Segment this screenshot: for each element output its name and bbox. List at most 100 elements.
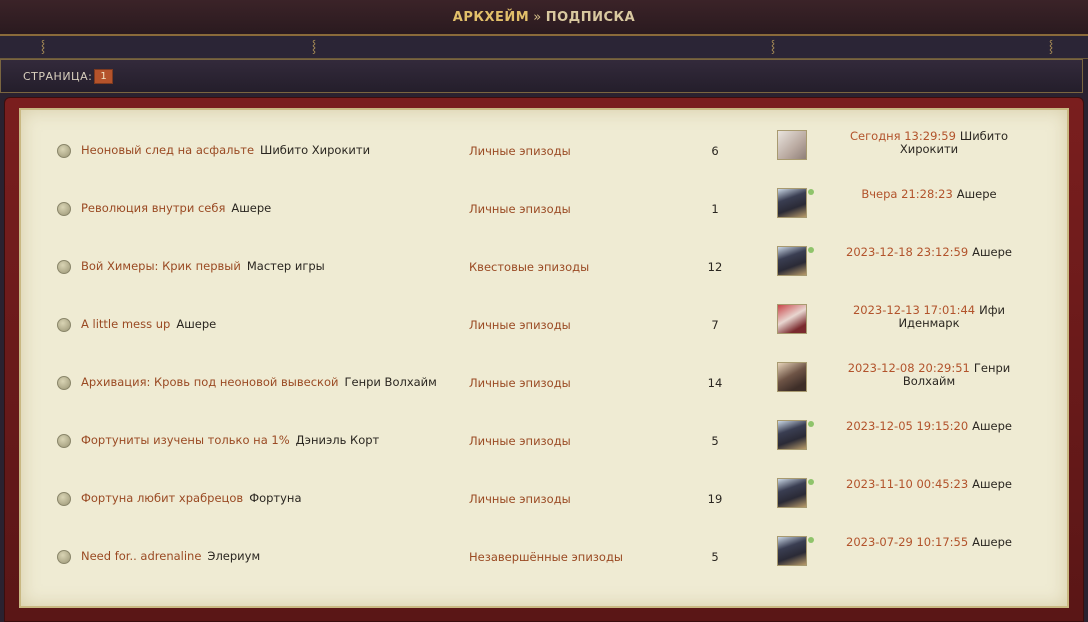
topic-forum-link[interactable]: Личные эпизоды bbox=[469, 492, 571, 506]
topic-reply-count: 5 bbox=[711, 434, 719, 448]
topic-reply-count: 19 bbox=[707, 492, 723, 506]
topic-status-icon bbox=[57, 550, 71, 564]
topic-row: Вой Химеры: Крик первый Мастер игры Квесто… bbox=[21, 244, 1067, 302]
last-post-info: 2023-12-08 20:29:51 Генри Волхайм bbox=[829, 362, 1029, 388]
breadcrumb: АРКХЕЙМ » ПОДПИСКА bbox=[0, 0, 1088, 36]
topic-author[interactable]: Фортуна bbox=[249, 491, 301, 505]
topic-status-icon bbox=[57, 376, 71, 390]
topic-status-icon bbox=[57, 492, 71, 506]
topic-link[interactable]: A little mess up bbox=[81, 317, 170, 331]
avatar[interactable] bbox=[777, 478, 807, 508]
last-post-date-link[interactable]: 2023-12-18 23:12:59 bbox=[846, 245, 968, 259]
topic-title-cell: Революция внутри себя Ашере bbox=[81, 201, 271, 215]
topic-link[interactable]: Революция внутри себя bbox=[81, 201, 225, 215]
topic-row: Архивация: Кровь под неоновой вывеской Ге… bbox=[21, 360, 1067, 418]
topic-author[interactable]: Элериум bbox=[207, 549, 260, 563]
topic-reply-count: 12 bbox=[707, 260, 723, 274]
breadcrumb-home-link[interactable]: АРКХЕЙМ bbox=[453, 10, 529, 25]
topic-author[interactable]: Ашере bbox=[176, 317, 216, 331]
page-number-current[interactable]: 1 bbox=[94, 68, 113, 84]
ornament-icon: ⸾ bbox=[1048, 39, 1054, 53]
last-post-info: 2023-12-13 17:01:44 Ифи Иденмарк bbox=[829, 304, 1029, 330]
topic-author[interactable]: Мастер игры bbox=[247, 259, 325, 273]
last-post-author[interactable]: Ашере bbox=[972, 245, 1012, 259]
topic-row: Фортуна любит храбрецов Фортуна Личные эпи… bbox=[21, 476, 1067, 534]
last-post-date-link[interactable]: 2023-11-10 00:45:23 bbox=[846, 477, 968, 491]
topic-row: A little mess up Ашере Личные эпизоды 7 2023… bbox=[21, 302, 1067, 360]
topic-link[interactable]: Вой Химеры: Крик первый bbox=[81, 259, 241, 273]
breadcrumb-current: ПОДПИСКА bbox=[545, 9, 636, 25]
topic-title-cell: Фортуна любит храбрецов Фортуна bbox=[81, 491, 302, 505]
last-post-info: Вчера 21:28:23 Ашере bbox=[829, 188, 1029, 201]
topic-link[interactable]: Архивация: Кровь под неоновой вывеской bbox=[81, 375, 339, 389]
last-post-date-link[interactable]: 2023-12-08 20:29:51 bbox=[848, 361, 970, 375]
decorative-rail: ⸾ ⸾ ⸾ ⸾ bbox=[0, 36, 1088, 59]
topic-title-cell: A little mess up Ашере bbox=[81, 317, 216, 331]
pagination-bar: СТРАНИЦА: 1 bbox=[0, 59, 1083, 93]
topic-forum-link[interactable]: Незавершённые эпизоды bbox=[469, 550, 623, 564]
topic-reply-count: 7 bbox=[711, 318, 719, 332]
last-post-info: 2023-11-10 00:45:23 Ашере bbox=[829, 478, 1029, 491]
content-frame: Неоновый след на асфальте Шибито Хирокити… bbox=[4, 97, 1084, 622]
avatar[interactable] bbox=[777, 362, 807, 392]
avatar[interactable] bbox=[777, 420, 807, 450]
topic-reply-count: 5 bbox=[711, 550, 719, 564]
avatar[interactable] bbox=[777, 188, 807, 218]
online-status-icon bbox=[808, 247, 814, 253]
topic-forum-link[interactable]: Личные эпизоды bbox=[469, 202, 571, 216]
last-post-date-link[interactable]: 2023-07-29 10:17:55 bbox=[846, 535, 968, 549]
topic-forum-link[interactable]: Квестовые эпизоды bbox=[469, 260, 589, 274]
ornament-icon: ⸾ bbox=[770, 39, 776, 53]
last-post-info: Сегодня 13:29:59 Шибито Хирокити bbox=[829, 130, 1029, 156]
topic-reply-count: 6 bbox=[711, 144, 719, 158]
topic-status-icon bbox=[57, 318, 71, 332]
last-post-info: 2023-12-18 23:12:59 Ашере bbox=[829, 246, 1029, 259]
topic-status-icon bbox=[57, 260, 71, 274]
topic-title-cell: Архивация: Кровь под неоновой вывеской Ге… bbox=[81, 375, 437, 389]
pagination-label: СТРАНИЦА: bbox=[23, 69, 93, 83]
topic-link[interactable]: Фортуна любит храбрецов bbox=[81, 491, 243, 505]
last-post-info: 2023-07-29 10:17:55 Ашере bbox=[829, 536, 1029, 549]
last-post-author[interactable]: Ашере bbox=[957, 187, 997, 201]
topic-row: Need for.. adrenaline Элериум Незавершённы… bbox=[21, 534, 1067, 592]
avatar[interactable] bbox=[777, 536, 807, 566]
topic-author[interactable]: Ашере bbox=[231, 201, 271, 215]
topic-title-cell: Неоновый след на асфальте Шибито Хирокити bbox=[81, 143, 370, 157]
last-post-date-link[interactable]: Вчера 21:28:23 bbox=[861, 187, 952, 201]
topic-title-cell: Need for.. adrenaline Элериум bbox=[81, 549, 260, 563]
topic-list: Неоновый след на асфальте Шибито Хирокити… bbox=[19, 108, 1069, 608]
topic-link[interactable]: Неоновый след на асфальте bbox=[81, 143, 254, 157]
topic-row: Неоновый след на асфальте Шибито Хирокити… bbox=[21, 128, 1067, 186]
last-post-date-link[interactable]: Сегодня 13:29:59 bbox=[850, 129, 956, 143]
ornament-icon: ⸾ bbox=[40, 39, 46, 53]
avatar[interactable] bbox=[777, 246, 807, 276]
topic-link[interactable]: Need for.. adrenaline bbox=[81, 549, 201, 563]
topic-author[interactable]: Дэниэль Корт bbox=[296, 433, 380, 447]
topic-forum-link[interactable]: Личные эпизоды bbox=[469, 434, 571, 448]
online-status-icon bbox=[808, 537, 814, 543]
topic-link[interactable]: Фортуниты изучены только на 1% bbox=[81, 433, 290, 447]
topic-row: Революция внутри себя Ашере Личные эпизоды… bbox=[21, 186, 1067, 244]
topic-status-icon bbox=[57, 144, 71, 158]
topic-author[interactable]: Шибито Хирокити bbox=[260, 143, 370, 157]
topic-author[interactable]: Генри Волхайм bbox=[345, 375, 437, 389]
online-status-icon bbox=[808, 189, 814, 195]
topic-reply-count: 1 bbox=[711, 202, 719, 216]
ornament-icon: ⸾ bbox=[311, 39, 317, 53]
last-post-info: 2023-12-05 19:15:20 Ашере bbox=[829, 420, 1029, 433]
online-status-icon bbox=[808, 479, 814, 485]
topic-forum-link[interactable]: Личные эпизоды bbox=[469, 376, 571, 390]
last-post-author[interactable]: Ашере bbox=[972, 477, 1012, 491]
last-post-date-link[interactable]: 2023-12-05 19:15:20 bbox=[846, 419, 968, 433]
topic-reply-count: 14 bbox=[707, 376, 723, 390]
topic-title-cell: Фортуниты изучены только на 1% Дэниэль Ко… bbox=[81, 433, 379, 447]
topic-forum-link[interactable]: Личные эпизоды bbox=[469, 318, 571, 332]
avatar[interactable] bbox=[777, 304, 807, 334]
last-post-author[interactable]: Ашере bbox=[972, 535, 1012, 549]
online-status-icon bbox=[808, 421, 814, 427]
topic-row: Фортуниты изучены только на 1% Дэниэль Ко… bbox=[21, 418, 1067, 476]
last-post-date-link[interactable]: 2023-12-13 17:01:44 bbox=[853, 303, 975, 317]
topic-forum-link[interactable]: Личные эпизоды bbox=[469, 144, 571, 158]
last-post-author[interactable]: Ашере bbox=[972, 419, 1012, 433]
avatar[interactable] bbox=[777, 130, 807, 160]
